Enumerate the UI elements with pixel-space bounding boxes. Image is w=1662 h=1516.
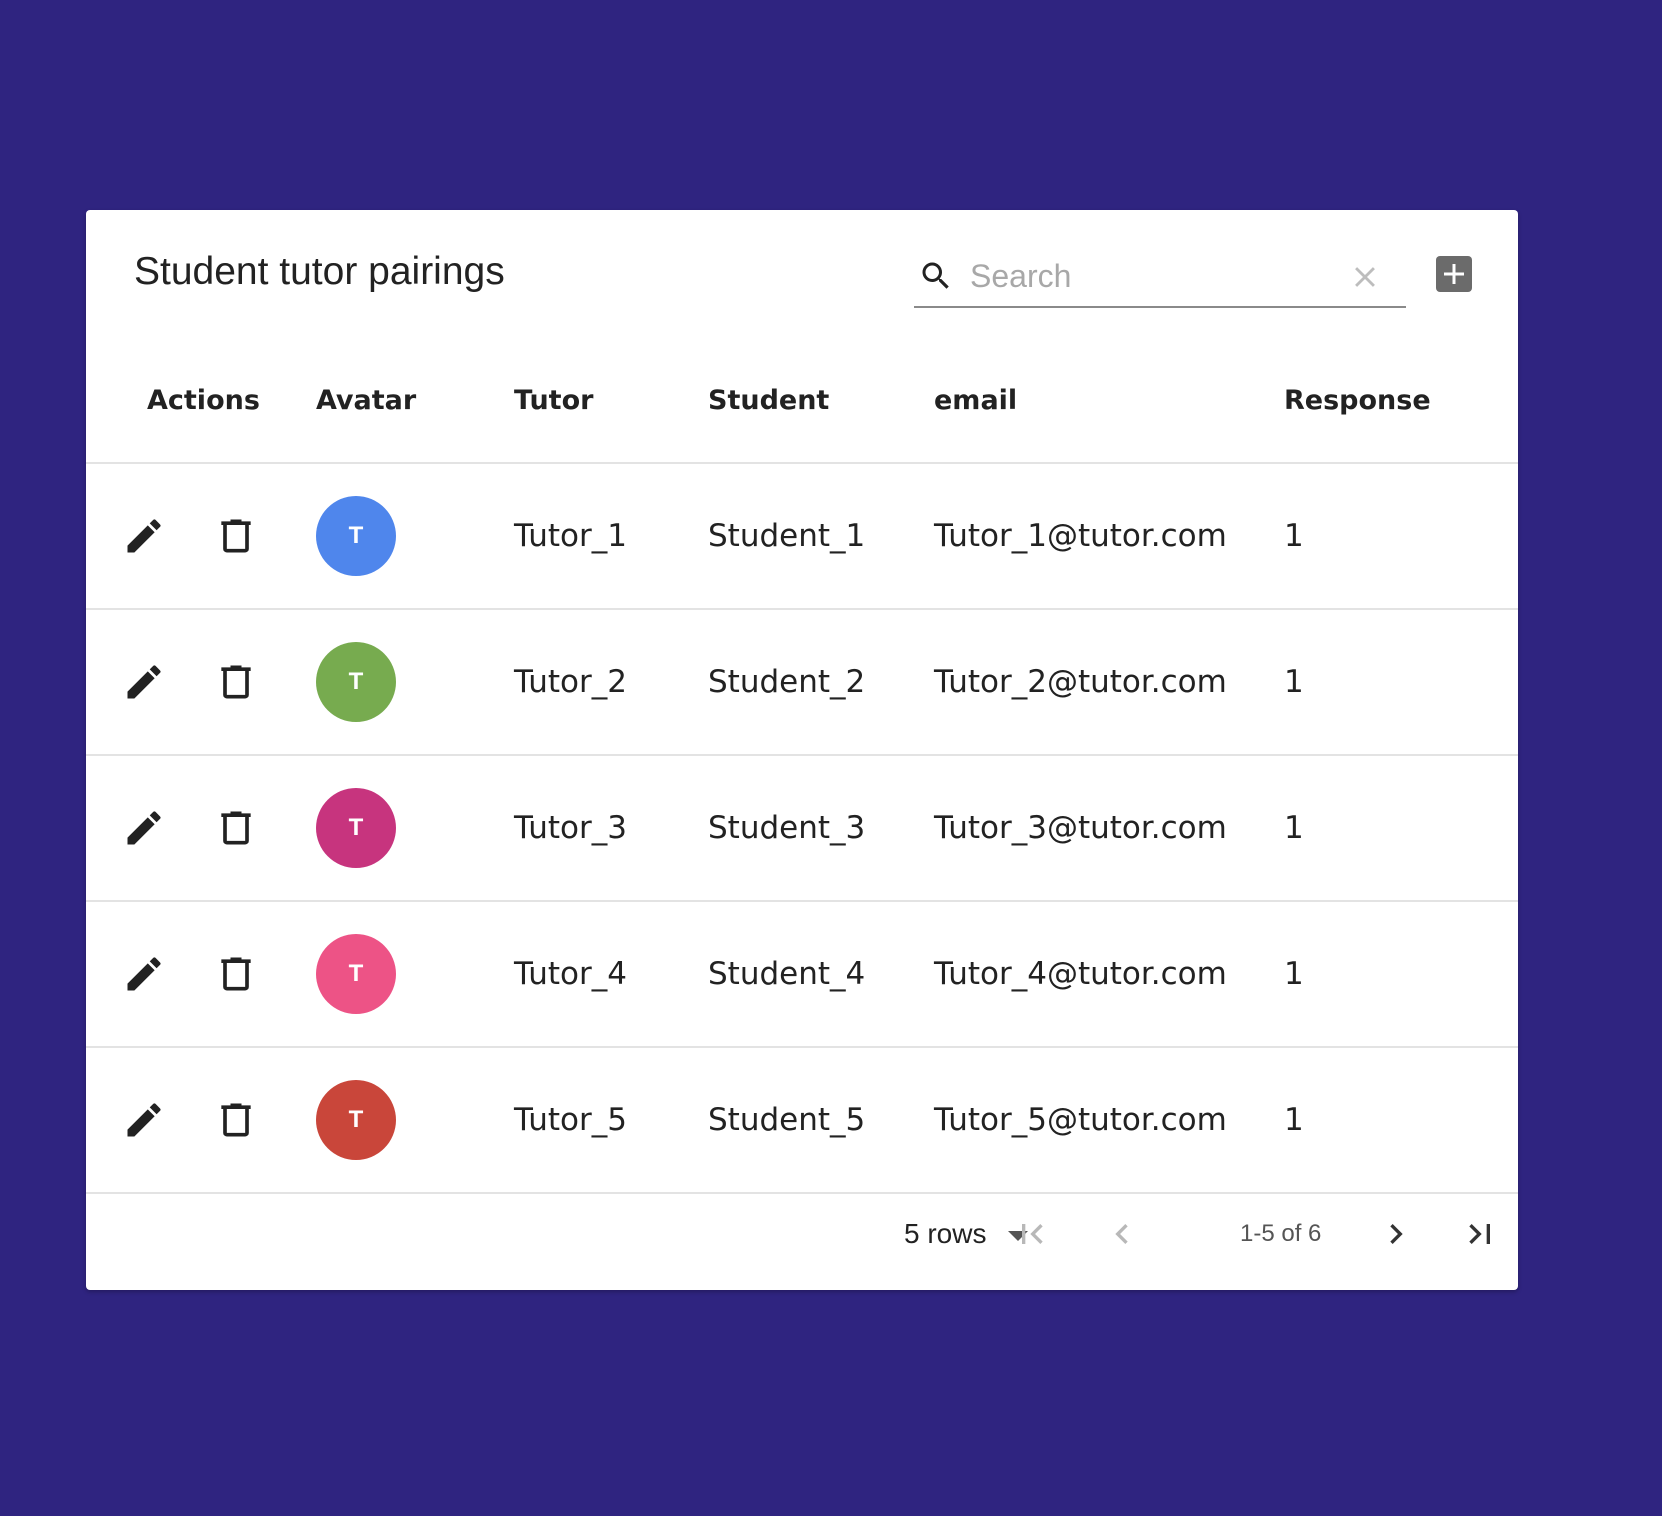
first-page-icon[interactable] <box>1012 1214 1052 1254</box>
student-cell: Student_1 <box>708 463 934 610</box>
pencil-icon <box>122 665 166 712</box>
tutor-cell: Tutor_4 <box>514 901 708 1048</box>
email-cell: Tutor_4@tutor.com <box>934 901 1284 1048</box>
pencil-icon <box>122 811 166 858</box>
student-cell: Student_3 <box>708 755 934 902</box>
student-cell: Student_2 <box>708 609 934 756</box>
avatar: T <box>316 642 396 722</box>
trash-icon <box>214 811 258 858</box>
table-body: T Tutor_1 Student_1 Tutor_1@tutor.com 1 T Tuto… <box>86 463 1518 1194</box>
table-toolbar: Student tutor pairings <box>86 210 1518 338</box>
add-box-icon <box>1444 264 1464 284</box>
last-page-icon[interactable] <box>1460 1214 1500 1254</box>
close-icon[interactable] <box>1348 260 1382 294</box>
column-header-email[interactable]: email <box>934 338 1284 464</box>
avatar-cell: T <box>310 755 514 902</box>
column-header-avatar[interactable]: Avatar <box>310 338 514 464</box>
actions-cell <box>86 755 310 902</box>
table-row[interactable]: T Tutor_3 Student_3 Tutor_3@tutor.com 1 <box>86 755 1518 902</box>
response-cell: 1 <box>1284 609 1518 756</box>
table-title: Student tutor pairings <box>134 250 505 293</box>
trash-icon <box>214 519 258 566</box>
avatar: T <box>316 496 396 576</box>
trash-icon <box>214 665 258 712</box>
column-header-student[interactable]: Student <box>708 338 934 464</box>
table-row[interactable]: T Tutor_4 Student_4 Tutor_4@tutor.com 1 <box>86 901 1518 1048</box>
delete-button[interactable] <box>214 952 258 996</box>
pencil-icon <box>122 1103 166 1150</box>
avatar-cell: T <box>310 609 514 756</box>
rows-per-page-select[interactable]: 5 rows <box>904 1218 1029 1250</box>
delete-button[interactable] <box>214 806 258 850</box>
search-icon <box>922 262 949 289</box>
data-table-card: Student tutor pairings Search Actions Av… <box>86 210 1518 1290</box>
delete-button[interactable] <box>214 1098 258 1142</box>
add-button[interactable] <box>1436 256 1472 292</box>
page-range-label: 1-5 of 6 <box>1240 1220 1322 1247</box>
actions-cell <box>86 901 310 1048</box>
edit-button[interactable] <box>122 660 166 704</box>
response-cell: 1 <box>1284 1047 1518 1194</box>
search-box <box>914 248 1406 308</box>
email-cell: Tutor_3@tutor.com <box>934 755 1284 902</box>
response-cell: 1 <box>1284 755 1518 902</box>
email-cell: Tutor_5@tutor.com <box>934 1047 1284 1194</box>
avatar: T <box>316 788 396 868</box>
search-input[interactable] <box>970 254 1330 298</box>
tutor-cell: Tutor_2 <box>514 609 708 756</box>
actions-cell <box>86 609 310 756</box>
chevron-left-icon[interactable] <box>1102 1214 1142 1254</box>
delete-button[interactable] <box>214 514 258 558</box>
delete-button[interactable] <box>214 660 258 704</box>
pagination-bar: 5 rows 1-5 of 6 <box>86 1182 1518 1290</box>
avatar-cell: T <box>310 1047 514 1194</box>
actions-cell <box>86 1047 310 1194</box>
actions-cell <box>86 463 310 610</box>
avatar: T <box>316 934 396 1014</box>
student-cell: Student_4 <box>708 901 934 1048</box>
trash-icon <box>214 1103 258 1150</box>
pencil-icon <box>122 957 166 1004</box>
column-header-tutor[interactable]: Tutor <box>514 338 708 464</box>
email-cell: Tutor_2@tutor.com <box>934 609 1284 756</box>
edit-button[interactable] <box>122 952 166 996</box>
column-header-response[interactable]: Response <box>1284 338 1518 464</box>
response-cell: 1 <box>1284 901 1518 1048</box>
tutor-cell: Tutor_1 <box>514 463 708 610</box>
avatar-cell: T <box>310 463 514 610</box>
edit-button[interactable] <box>122 806 166 850</box>
rows-per-page-label: 5 rows <box>904 1218 987 1249</box>
response-cell: 1 <box>1284 463 1518 610</box>
table-header-row: Actions Avatar Tutor Student email Respo… <box>86 338 1518 464</box>
edit-button[interactable] <box>122 1098 166 1142</box>
avatar: T <box>316 1080 396 1160</box>
table-row[interactable]: T Tutor_2 Student_2 Tutor_2@tutor.com 1 <box>86 609 1518 756</box>
table-row[interactable]: T Tutor_5 Student_5 Tutor_5@tutor.com 1 <box>86 1047 1518 1194</box>
chevron-right-icon[interactable] <box>1376 1214 1416 1254</box>
pairings-table: Actions Avatar Tutor Student email Respo… <box>86 338 1518 1194</box>
table-row[interactable]: T Tutor_1 Student_1 Tutor_1@tutor.com 1 <box>86 463 1518 610</box>
tutor-cell: Tutor_5 <box>514 1047 708 1194</box>
email-cell: Tutor_1@tutor.com <box>934 463 1284 610</box>
pencil-icon <box>122 519 166 566</box>
edit-button[interactable] <box>122 514 166 558</box>
tutor-cell: Tutor_3 <box>514 755 708 902</box>
student-cell: Student_5 <box>708 1047 934 1194</box>
trash-icon <box>214 957 258 1004</box>
avatar-cell: T <box>310 901 514 1048</box>
column-header-actions: Actions <box>86 338 310 464</box>
